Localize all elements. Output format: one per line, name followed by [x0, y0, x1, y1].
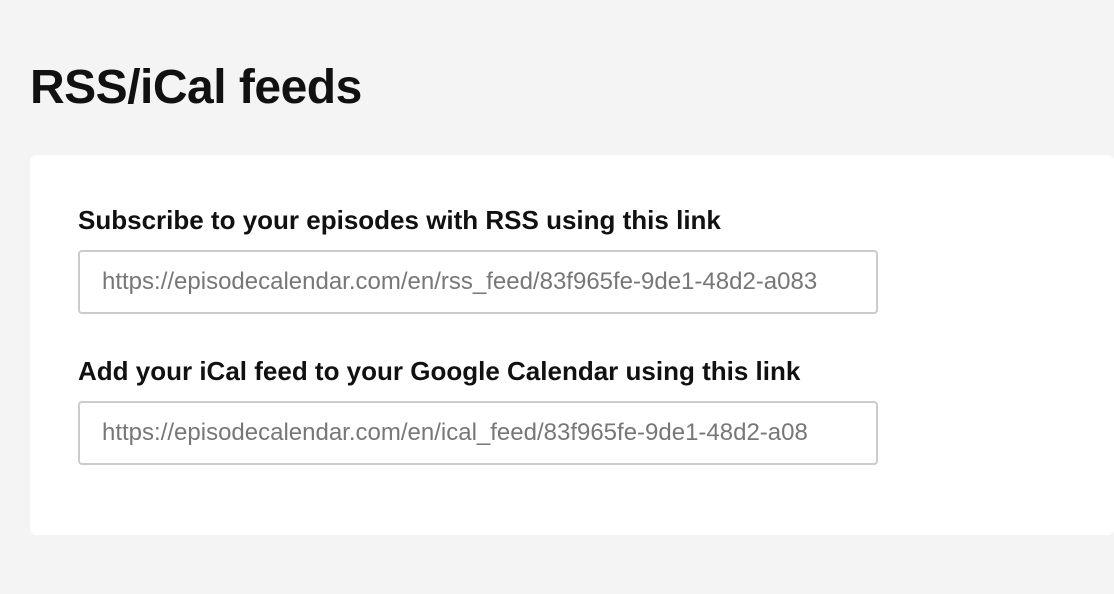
rss-feed-group: Subscribe to your episodes with RSS usin… [78, 205, 1066, 314]
ical-feed-group: Add your iCal feed to your Google Calend… [78, 356, 1066, 465]
page-title: RSS/iCal feeds [0, 0, 1114, 155]
rss-feed-input[interactable] [78, 250, 878, 314]
rss-feed-label: Subscribe to your episodes with RSS usin… [78, 205, 1066, 236]
ical-feed-label: Add your iCal feed to your Google Calend… [78, 356, 1066, 387]
ical-feed-input[interactable] [78, 401, 878, 465]
feeds-card: Subscribe to your episodes with RSS usin… [30, 155, 1114, 535]
